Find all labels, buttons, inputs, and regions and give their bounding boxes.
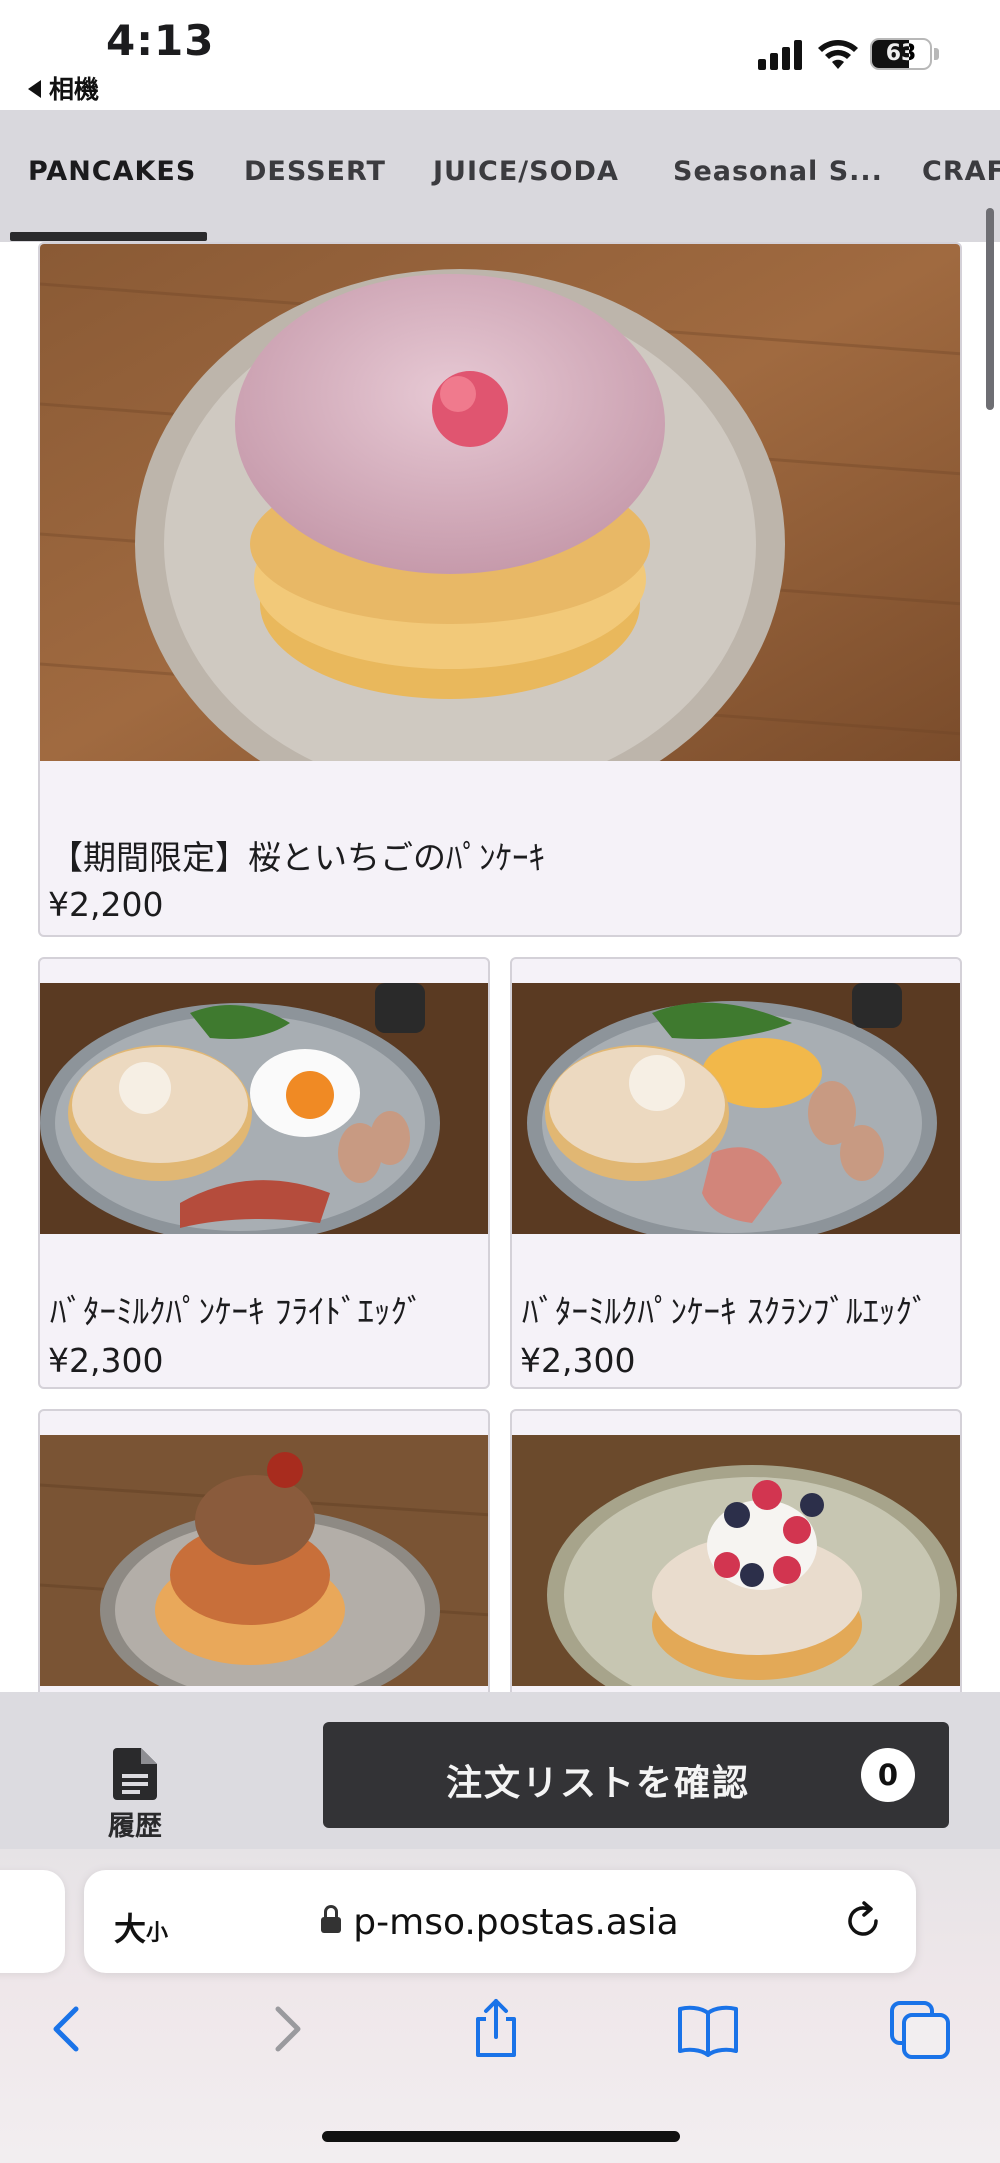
tab-pancakes[interactable]: PANCAKES [28,156,196,187]
active-tab-underline [10,232,207,241]
status-bar: 4:13 相機 63 [0,0,1000,110]
menu-item-name: 【期間限定】桜といちごのﾊﾟﾝｹｰｷ [50,838,545,877]
menu-item-card[interactable]: ﾊﾞﾀｰﾐﾙｸﾊﾟﾝｹｰｷ ｽｸﾗﾝﾌﾞﾙｴｯｸﾞ ¥2,300 [510,957,962,1389]
battery-percent: 63 [885,41,917,66]
menu-item-name: ﾊﾞﾀｰﾐﾙｸﾊﾟﾝｹｰｷ ﾌﾗｲﾄﾞｴｯｸﾞ [50,1292,424,1331]
tab-dessert[interactable]: DESSERT [244,156,386,187]
menu-item-photo [512,983,960,1234]
browser-toolbar: 大小 p-mso.postas.asia [0,1849,1000,2163]
tabs-icon[interactable] [888,1997,952,2061]
menu-item-photo [512,1435,960,1686]
menu-item-photo [40,244,960,761]
app-screen: 4:13 相機 63 PANCAKES DESSERT JUICE/SODA S… [0,0,1000,2163]
url-display: p-mso.postas.asia [84,1902,916,1943]
cellular-signal-icon [758,40,804,70]
order-count-badge: 0 [861,1748,915,1802]
view-order-list-label: 注文リストを確認 [445,1763,750,1804]
back-button[interactable] [36,1997,100,2061]
status-time: 4:13 [106,16,215,65]
tab-juice-soda[interactable]: JUICE/SODA [433,156,619,187]
menu-item-card-featured[interactable]: 【期間限定】桜といちごのﾊﾟﾝｹｰｷ ¥2,200 [38,242,962,937]
wifi-icon [818,40,858,69]
bookmarks-icon[interactable] [676,1997,740,2061]
category-tab-bar: PANCAKES DESSERT JUICE/SODA Seasonal S..… [0,110,1000,242]
history-label: 履歴 [108,1811,162,1842]
tab-seasonal[interactable]: Seasonal S... [673,156,883,187]
document-icon [113,1748,157,1800]
share-icon[interactable] [464,1997,528,2061]
back-to-app-label: 相機 [49,75,100,104]
view-order-list-button[interactable]: 注文リストを確認 0 [323,1722,949,1828]
tab-craft[interactable]: CRAF [922,156,1000,187]
menu-item-price: ¥2,300 [48,1341,164,1380]
reload-icon[interactable] [840,1898,886,1944]
url-text: p-mso.postas.asia [353,1902,679,1943]
back-arrow-icon [28,80,41,98]
menu-item-price: ¥2,300 [520,1341,636,1380]
previous-tab-preview[interactable] [0,1870,65,1973]
menu-item-card[interactable]: ﾊﾞﾀｰﾐﾙｸﾊﾟﾝｹｰｷ ﾌﾗｲﾄﾞｴｯｸﾞ ¥2,300 [38,957,490,1389]
forward-button[interactable] [254,1997,318,2061]
history-button[interactable]: 履歴 [70,1712,200,1842]
home-indicator [322,2131,680,2142]
menu-list[interactable]: 【期間限定】桜といちごのﾊﾟﾝｹｰｷ ¥2,200 ﾊﾞﾀｰﾐﾙｸﾊﾟﾝｹｰｷ … [0,242,1000,1692]
menu-item-card[interactable] [510,1409,962,1692]
scrollbar[interactable] [986,208,994,410]
order-action-bar: 履歴 注文リストを確認 0 [0,1692,1000,1849]
address-bar[interactable]: 大小 p-mso.postas.asia [84,1870,916,1973]
menu-item-photo [40,1435,488,1686]
menu-item-photo [40,983,488,1234]
battery-icon: 63 [870,38,932,70]
menu-item-card[interactable] [38,1409,490,1692]
lock-icon [321,1905,342,1935]
menu-item-price: ¥2,200 [48,885,164,924]
menu-item-name: ﾊﾞﾀｰﾐﾙｸﾊﾟﾝｹｰｷ ｽｸﾗﾝﾌﾞﾙｴｯｸﾞ [522,1292,929,1331]
battery-tip [934,48,939,60]
back-to-app-button[interactable]: 相機 [28,70,99,106]
